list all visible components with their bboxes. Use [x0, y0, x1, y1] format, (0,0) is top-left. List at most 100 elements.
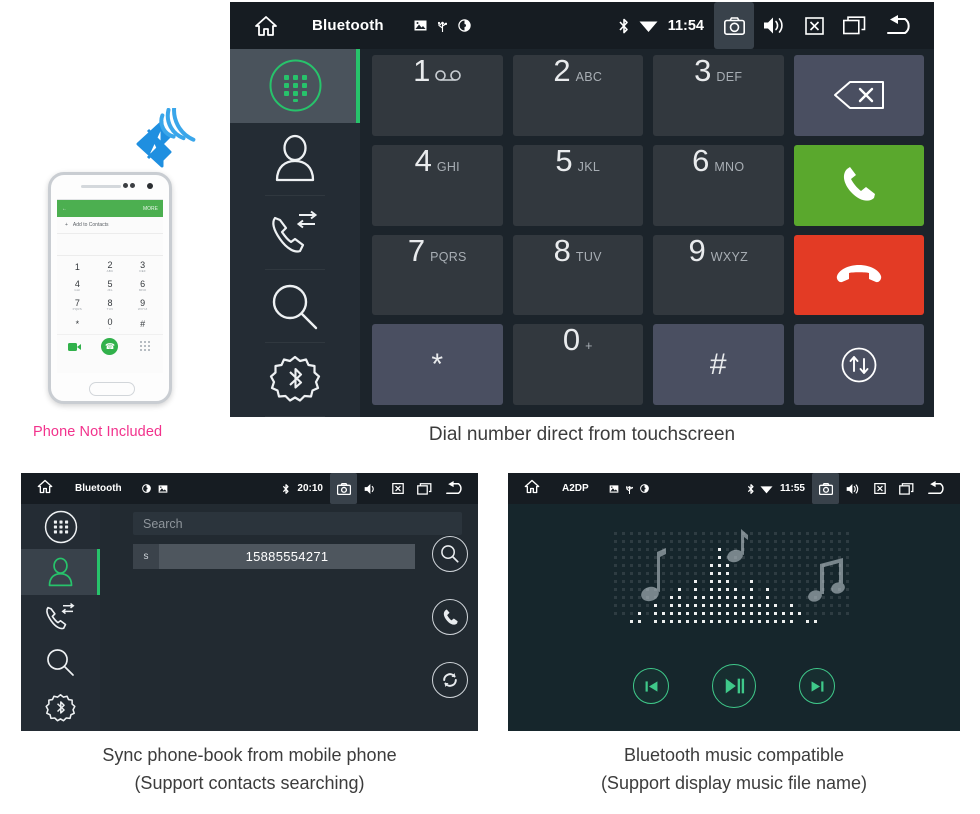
person-icon	[48, 557, 73, 586]
sidebar-item-dialpad[interactable]	[230, 49, 360, 123]
back-arrow-icon[interactable]	[874, 2, 926, 49]
back-arrow-icon[interactable]	[920, 473, 954, 504]
contact-initial-avatar: s	[133, 544, 159, 569]
volume-icon[interactable]	[754, 2, 794, 49]
dial-key-digit: 4	[414, 142, 432, 178]
bluetooth-gear-icon	[45, 693, 76, 722]
person-icon	[275, 135, 315, 182]
dial-key-star[interactable]: *	[372, 324, 503, 405]
dial-key-digit: #	[709, 347, 727, 381]
status-small-icons	[141, 484, 168, 493]
phone-key: 7 PQRS	[61, 296, 94, 315]
phone-key-sub: ABC	[106, 269, 114, 274]
magnifier-icon	[47, 649, 74, 677]
phone-key-digit: *	[75, 319, 80, 329]
picture-icon	[158, 484, 168, 493]
sidebar-item-call-history[interactable]	[21, 595, 100, 640]
contact-list-item[interactable]: s 15885554271	[133, 544, 415, 569]
dial-key-1[interactable]: 1	[372, 55, 503, 136]
dial-key-6[interactable]: 6 MNO	[653, 142, 784, 226]
dial-key-8[interactable]: 8 TUV	[512, 234, 643, 316]
dial-key-5[interactable]: 5 JKL	[512, 144, 643, 226]
home-icon[interactable]	[37, 479, 53, 499]
search-input[interactable]: Search	[133, 512, 462, 535]
previous-track-button[interactable]	[633, 668, 669, 704]
dial-key-letters: JKL	[577, 159, 601, 174]
phone-key-sub: JKL	[107, 288, 113, 293]
bluetooth-wireless-icon	[136, 108, 196, 168]
plus-icon: +	[65, 222, 68, 228]
sidebar-item-contacts[interactable]	[230, 123, 360, 197]
sidebar-item-dialpad[interactable]	[21, 504, 100, 549]
dial-key-3[interactable]: 3 DEF	[653, 55, 784, 136]
backspace-button[interactable]	[793, 55, 924, 136]
refresh-sync-icon	[443, 673, 457, 687]
next-track-button[interactable]	[799, 668, 835, 704]
bluetooth-icon	[283, 483, 290, 494]
sidebar-item-call-history[interactable]	[230, 196, 360, 270]
search-contacts-button[interactable]	[432, 536, 468, 572]
home-icon[interactable]	[524, 479, 540, 499]
transfer-audio-button[interactable]	[793, 324, 924, 405]
phone-illustration: ← MORE + Add to Contacts 1 2 ABC 3 DEF 4 GH…	[0, 0, 228, 465]
divider	[265, 415, 325, 417]
dial-key-hash[interactable]: #	[653, 324, 784, 405]
phone-key-digit: 1	[74, 262, 80, 272]
phone-top-bezel	[51, 175, 169, 197]
volume-icon[interactable]	[357, 473, 384, 504]
status-bar: Bluetooth 11:54	[230, 2, 934, 49]
dial-key-digit: 6	[692, 142, 710, 178]
close-box-icon[interactable]	[384, 473, 411, 504]
camera-icon[interactable]	[330, 473, 357, 504]
phone-dialpad: 1 2 ABC 3 DEF 4 GHI 5 JKL 6 MNO 7 PQRS 8 TUV 9W…	[57, 256, 163, 334]
sidebar-item-bluetooth-settings[interactable]	[21, 686, 100, 731]
recents-icon[interactable]	[411, 473, 438, 504]
top-section: ← MORE + Add to Contacts 1 2 ABC 3 DEF 4 GH…	[0, 0, 980, 465]
phone-number-field	[57, 234, 163, 256]
music-note-icon	[641, 548, 666, 602]
play-pause-button[interactable]	[712, 664, 756, 708]
sidebar-item-search[interactable]	[230, 270, 360, 344]
close-box-icon[interactable]	[794, 2, 834, 49]
camera-icon[interactable]	[812, 473, 839, 504]
caption-dial-number: Dial number direct from touchscreen	[428, 424, 736, 445]
dial-key-0[interactable]: 0 +	[512, 324, 643, 405]
bluetooth-icon	[619, 18, 628, 33]
phone-back-icon: ←	[62, 205, 67, 212]
caption-phonebook: Sync phone-book from mobile phone (Suppo…	[21, 742, 478, 798]
close-box-icon[interactable]	[866, 473, 893, 504]
recents-icon[interactable]	[834, 2, 874, 49]
phone-key: 8 TUV	[94, 296, 127, 315]
call-contact-button[interactable]	[432, 599, 468, 635]
wifi-icon	[639, 21, 658, 32]
status-small-icons	[414, 19, 471, 32]
disc-icon	[458, 19, 471, 32]
dialpad-grid-icon	[269, 59, 321, 112]
caption-line-2: (Support display music file name)	[600, 772, 868, 793]
status-title: A2DP	[562, 483, 589, 494]
phone-key: 5 JKL	[94, 277, 127, 296]
dial-key-letters: ABC	[575, 70, 603, 84]
function-rail	[21, 504, 100, 731]
volume-icon[interactable]	[839, 473, 866, 504]
call-end-button[interactable]	[793, 234, 924, 316]
dial-key-4[interactable]: 4 GHI	[372, 142, 503, 226]
phone-key: 9 WXYZ	[126, 296, 159, 315]
mobile-phone-device: ← MORE + Add to Contacts 1 2 ABC 3 DEF 4 GH…	[48, 172, 172, 404]
call-transfer-icon	[46, 603, 75, 630]
phone-speaker-grille	[81, 185, 121, 188]
camera-icon[interactable]	[714, 2, 754, 49]
sync-contacts-button[interactable]	[432, 662, 468, 698]
sidebar-item-bluetooth-settings[interactable]	[230, 343, 360, 417]
dial-key-2[interactable]: 2 ABC	[512, 55, 643, 136]
recents-icon[interactable]	[893, 473, 920, 504]
call-answer-button[interactable]	[793, 144, 924, 226]
phone-key-digit: #	[140, 319, 146, 329]
dial-key-9[interactable]: 9 WXYZ	[653, 234, 784, 316]
dial-key-7[interactable]: 7 PQRS	[372, 234, 503, 316]
home-icon[interactable]	[254, 15, 278, 37]
sidebar-item-contacts[interactable]	[21, 549, 100, 595]
back-arrow-icon[interactable]	[438, 473, 472, 504]
phone-sensor-icon	[130, 183, 135, 188]
sidebar-item-search[interactable]	[21, 640, 100, 685]
